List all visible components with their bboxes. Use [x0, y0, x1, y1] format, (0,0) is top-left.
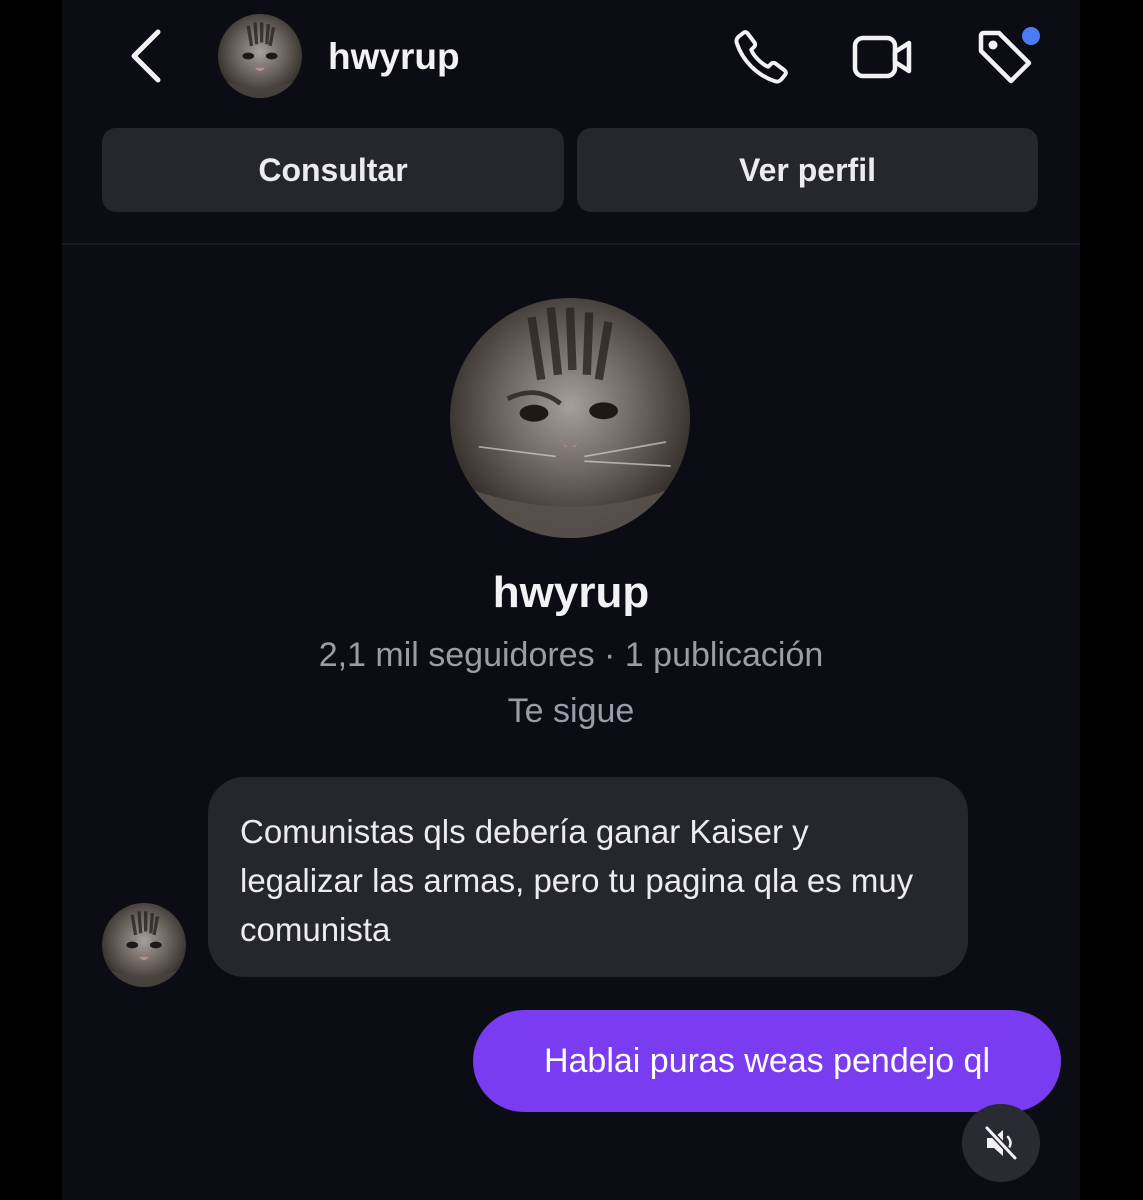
- call-button[interactable]: [730, 26, 792, 88]
- incoming-message-bubble[interactable]: Comunistas qls debería ganar Kaiser y le…: [208, 777, 968, 977]
- follows-you-label: Te sigue: [507, 692, 635, 730]
- notification-dot: [1022, 27, 1040, 45]
- video-camera-icon: [851, 30, 915, 84]
- header-username[interactable]: hwyrup: [328, 36, 460, 78]
- profile-name: hwyrup: [492, 568, 650, 617]
- header-divider: [62, 243, 1080, 245]
- back-button[interactable]: [120, 28, 170, 84]
- message-sender-avatar[interactable]: [102, 903, 186, 987]
- profile-stats: 2,1 mil seguidores · 1 publicación: [318, 636, 824, 674]
- header-avatar[interactable]: [218, 14, 302, 98]
- phone-icon: [731, 27, 791, 87]
- speaker-muted-icon: [981, 1123, 1021, 1163]
- back-chevron-icon: [128, 29, 162, 83]
- view-profile-button[interactable]: Ver perfil: [577, 128, 1038, 212]
- profile-avatar[interactable]: [450, 298, 690, 538]
- mute-button[interactable]: [962, 1104, 1040, 1182]
- video-call-button[interactable]: [852, 26, 914, 88]
- chat-screen: hwyrup Consultar Ver perfil hwyrup 2,1 m…: [62, 0, 1080, 1200]
- consult-button[interactable]: Consultar: [102, 128, 564, 212]
- outgoing-message-bubble[interactable]: Hablai puras weas pendejo ql: [473, 1010, 1061, 1112]
